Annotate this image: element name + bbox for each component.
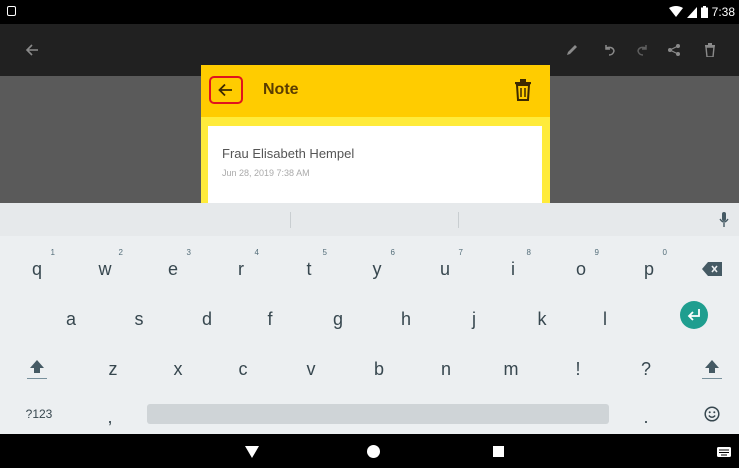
- key-hint: 6: [390, 248, 395, 257]
- note-title: Frau Elisabeth Hempel: [222, 146, 355, 161]
- key-label: q: [31, 258, 42, 279]
- status-icons: 7:38: [668, 4, 735, 20]
- space-bar[interactable]: [147, 404, 609, 424]
- key-hint: 3: [186, 248, 191, 257]
- key-b[interactable]: b: [357, 349, 401, 389]
- key-i[interactable]: i8: [491, 248, 535, 289]
- key-question[interactable]: ?: [624, 349, 668, 389]
- key-m[interactable]: m: [489, 349, 533, 389]
- backspace-key[interactable]: [690, 249, 734, 289]
- back-nav-icon[interactable]: [245, 446, 259, 458]
- key-n[interactable]: n: [424, 349, 468, 389]
- symbols-key[interactable]: ?123: [17, 394, 61, 434]
- key-z[interactable]: z: [91, 349, 135, 389]
- key-exclamation[interactable]: !: [556, 349, 600, 389]
- key-e[interactable]: e3: [151, 248, 195, 289]
- undo-icon[interactable]: [598, 38, 622, 62]
- key-label: t: [306, 258, 312, 279]
- key-d[interactable]: d: [185, 299, 229, 339]
- delete-icon[interactable]: [698, 38, 722, 62]
- suggestion-strip: [0, 203, 739, 236]
- key-r[interactable]: r4: [219, 248, 263, 289]
- wifi-icon: [668, 6, 683, 17]
- enter-icon: [687, 309, 700, 321]
- key-hint: 2: [118, 248, 123, 257]
- key-f[interactable]: f: [248, 299, 292, 339]
- key-q[interactable]: q1: [15, 248, 59, 289]
- key-label: p: [643, 258, 654, 279]
- key-label: o: [575, 258, 586, 279]
- keyboard: q1 w2 e3 r4 t5 y6 u7 i8 o9 p0 a s d f g …: [0, 203, 739, 434]
- note-card[interactable]: Frau Elisabeth Hempel Jun 28, 2019 7:38 …: [208, 126, 542, 205]
- microphone-icon[interactable]: [719, 212, 729, 228]
- shift-icon: [702, 360, 722, 379]
- back-arrow-icon: [218, 83, 232, 97]
- key-a[interactable]: a: [49, 299, 93, 339]
- key-j[interactable]: j: [452, 299, 496, 339]
- key-w[interactable]: w2: [83, 248, 127, 289]
- enter-key[interactable]: [680, 301, 708, 329]
- shift-key-right[interactable]: [690, 349, 734, 389]
- comma-key[interactable]: ,: [88, 397, 132, 437]
- home-nav-icon[interactable]: [367, 445, 380, 458]
- key-hint: 1: [50, 248, 55, 257]
- key-o[interactable]: o9: [559, 248, 603, 289]
- shift-icon: [27, 360, 47, 379]
- key-label: e: [167, 258, 178, 279]
- key-hint: 0: [662, 248, 667, 257]
- note-date: Jun 28, 2019 7:38 AM: [222, 168, 310, 178]
- emoji-key[interactable]: [690, 394, 734, 434]
- key-hint: 7: [458, 248, 463, 257]
- share-icon[interactable]: [662, 38, 686, 62]
- key-label: y: [372, 258, 382, 279]
- key-p[interactable]: p0: [627, 248, 671, 289]
- backspace-icon: [702, 262, 722, 276]
- shift-key-left[interactable]: [15, 349, 59, 389]
- key-hint: 9: [594, 248, 599, 257]
- delete-icon[interactable]: [514, 79, 532, 101]
- navigation-bar: [0, 434, 739, 468]
- note-dialog: Note Frau Elisabeth Hempel Jun 28, 2019 …: [201, 65, 550, 205]
- key-label: r: [238, 258, 244, 279]
- key-g[interactable]: g: [316, 299, 360, 339]
- dialog-header: Note: [201, 65, 550, 117]
- notification-icon: [7, 6, 16, 16]
- key-v[interactable]: v: [289, 349, 333, 389]
- clock: 7:38: [711, 5, 735, 19]
- dialog-title: Note: [263, 81, 299, 98]
- key-s[interactable]: s: [117, 299, 161, 339]
- pencil-icon[interactable]: [560, 38, 584, 62]
- key-k[interactable]: k: [520, 299, 564, 339]
- suggestion-divider: [290, 212, 291, 228]
- key-label: w: [98, 258, 112, 279]
- signal-icon: [686, 6, 697, 18]
- emoji-icon: [704, 406, 720, 422]
- key-c[interactable]: c: [221, 349, 265, 389]
- status-bar: 7:38: [0, 0, 739, 24]
- suggestion-divider: [458, 212, 459, 228]
- key-u[interactable]: u7: [423, 248, 467, 289]
- redo-icon[interactable]: [630, 38, 654, 62]
- key-hint: 8: [526, 248, 531, 257]
- key-label: u: [439, 258, 450, 279]
- back-arrow-icon[interactable]: [20, 38, 44, 62]
- key-t[interactable]: t5: [287, 248, 331, 289]
- key-label: i: [511, 258, 515, 279]
- key-x[interactable]: x: [156, 349, 200, 389]
- key-l[interactable]: l: [583, 299, 627, 339]
- keyboard-switch-icon[interactable]: [717, 447, 731, 457]
- back-button[interactable]: [209, 76, 243, 104]
- key-hint: 4: [254, 248, 259, 257]
- battery-icon: [700, 6, 708, 18]
- key-h[interactable]: h: [384, 299, 428, 339]
- period-key[interactable]: .: [624, 397, 668, 437]
- key-hint: 5: [322, 248, 327, 257]
- key-y[interactable]: y6: [355, 248, 399, 289]
- recents-nav-icon[interactable]: [493, 446, 504, 457]
